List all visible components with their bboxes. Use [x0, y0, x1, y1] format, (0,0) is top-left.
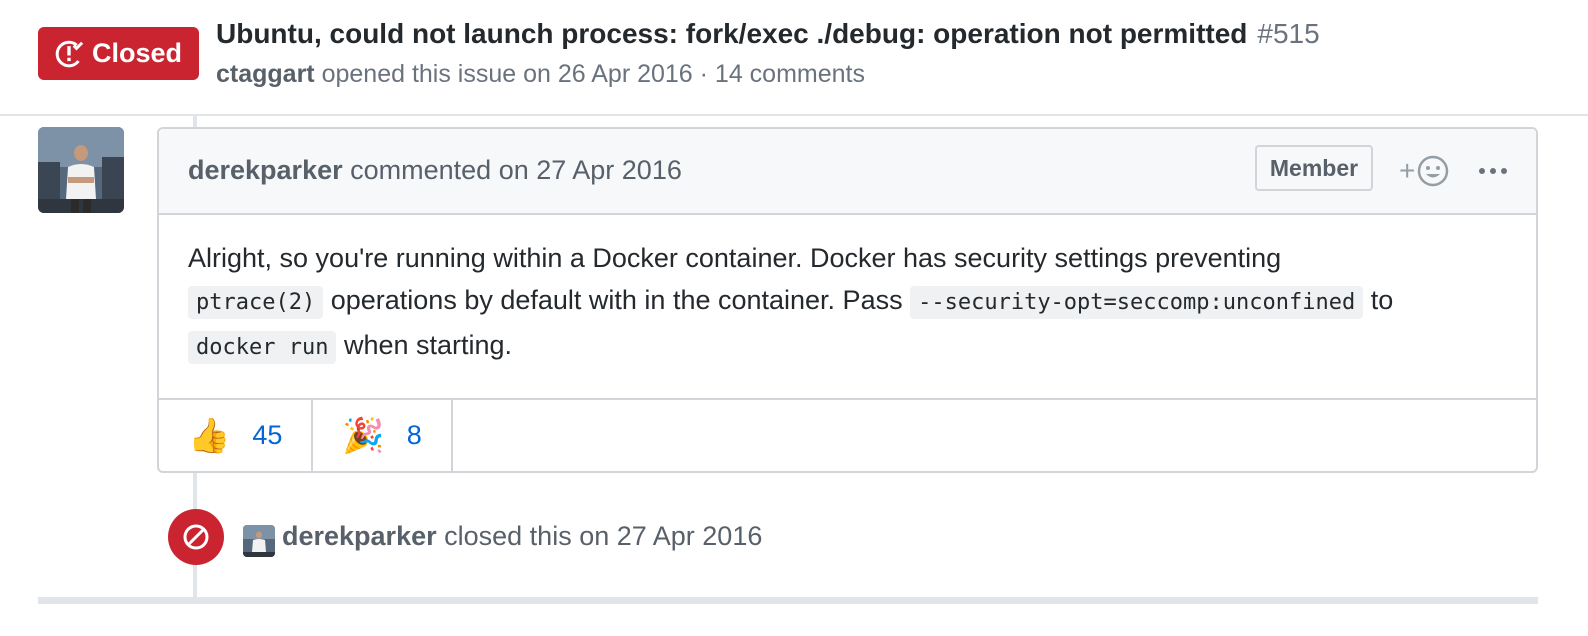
reaction-count: 8: [406, 420, 422, 450]
issue-meta-text: opened this issue on 26 Apr 2016 · 14 co…: [321, 60, 865, 88]
issue-title: Ubuntu, could not launch process: fork/e…: [216, 18, 1320, 50]
event-actor-link[interactable]: derekparker: [282, 521, 437, 551]
reaction-count: 45: [252, 420, 283, 450]
add-reaction-button[interactable]: +: [1399, 153, 1459, 189]
thumbs-up-icon: 👍: [188, 416, 231, 455]
comment-text-4: when starting.: [343, 330, 513, 360]
issue-meta: ctaggart opened this issue on 26 Apr 201…: [216, 60, 865, 89]
inline-code-ptrace: ptrace(2): [188, 286, 324, 319]
event-action-text: closed this on 27 Apr 2016: [444, 521, 763, 551]
closed-event: derekparker closed this on 27 Apr 2016: [168, 509, 868, 565]
issue-closed-icon: [55, 40, 84, 67]
issue-number: #515: [1257, 18, 1320, 49]
issue-state-label: Closed: [92, 38, 183, 68]
reaction-thumbs-up[interactable]: 👍 45: [159, 400, 314, 471]
comment-box: derekparker commented on 27 Apr 2016 Mem…: [157, 127, 1538, 473]
event-actor-avatar[interactable]: [243, 525, 275, 557]
comment-text-3: to: [1370, 285, 1394, 315]
timeline-end-divider: [38, 597, 1538, 604]
kebab-horizontal-icon: [1479, 168, 1507, 174]
issue-state-badge: Closed: [38, 27, 199, 80]
reaction-hooray[interactable]: 🎉 8: [313, 400, 453, 471]
comment-header: derekparker commented on 27 Apr 2016 Mem…: [159, 129, 1536, 215]
comment-action-text: commented on 27 Apr 2016: [350, 155, 682, 185]
more-options-button[interactable]: [1473, 153, 1513, 189]
inline-code-docker-run: docker run: [188, 331, 337, 364]
circle-slash-icon: [183, 524, 209, 550]
closed-event-badge: [168, 509, 224, 565]
issue-title-text: Ubuntu, could not launch process: fork/e…: [216, 18, 1248, 49]
party-popper-icon: 🎉: [342, 416, 385, 455]
issue-author-link[interactable]: ctaggart: [216, 60, 315, 88]
comment-text-2: operations by default with in the contai…: [330, 285, 903, 315]
comment-author-link[interactable]: derekparker: [188, 155, 343, 185]
comment-meta: derekparker commented on 27 Apr 2016: [188, 155, 682, 186]
comment-text-1: Alright, so you're running within a Dock…: [188, 243, 1282, 273]
reactions-bar: 👍 45 🎉 8: [159, 398, 1536, 471]
inline-code-security-opt: --security-opt=seccomp:unconfined: [910, 286, 1364, 319]
member-badge: Member: [1255, 145, 1373, 191]
comment-body: Alright, so you're running within a Dock…: [159, 215, 1536, 401]
smiley-icon: [1418, 155, 1449, 187]
comment-author-avatar[interactable]: [38, 127, 124, 213]
plus-icon: +: [1399, 155, 1416, 186]
closed-event-text: derekparker closed this on 27 Apr 2016: [282, 521, 762, 552]
issue-header: Closed Ubuntu, could not launch process:…: [0, 0, 1588, 116]
